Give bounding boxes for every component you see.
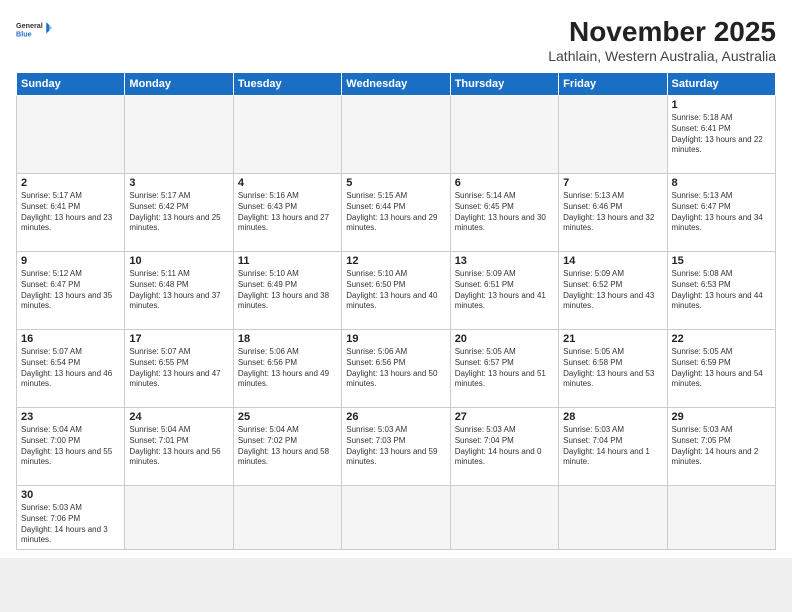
title-block: November 2025 Lathlain, Western Australi… <box>548 16 776 64</box>
day-6: 6 Sunrise: 5:14 AMSunset: 6:45 PMDayligh… <box>450 174 558 252</box>
day-16: 16 Sunrise: 5:07 AMSunset: 6:54 PMDaylig… <box>17 330 125 408</box>
day-11: 11 Sunrise: 5:10 AMSunset: 6:49 PMDaylig… <box>233 252 341 330</box>
header-sunday: Sunday <box>17 73 125 96</box>
day-13: 13 Sunrise: 5:09 AMSunset: 6:51 PMDaylig… <box>450 252 558 330</box>
day-4: 4 Sunrise: 5:16 AMSunset: 6:43 PMDayligh… <box>233 174 341 252</box>
day-14: 14 Sunrise: 5:09 AMSunset: 6:52 PMDaylig… <box>559 252 667 330</box>
day-12: 12 Sunrise: 5:10 AMSunset: 6:50 PMDaylig… <box>342 252 450 330</box>
day-2: 2 Sunrise: 5:17 AMSunset: 6:41 PMDayligh… <box>17 174 125 252</box>
empty-cell <box>667 486 775 550</box>
day-20: 20 Sunrise: 5:05 AMSunset: 6:57 PMDaylig… <box>450 330 558 408</box>
day-28: 28 Sunrise: 5:03 AMSunset: 7:04 PMDaylig… <box>559 408 667 486</box>
day-1: 1 Sunrise: 5:18 AMSunset: 6:41 PMDayligh… <box>667 96 775 174</box>
header-saturday: Saturday <box>667 73 775 96</box>
page-header: General Blue November 2025 Lathlain, Wes… <box>16 16 776 64</box>
header-wednesday: Wednesday <box>342 73 450 96</box>
empty-cell <box>233 96 341 174</box>
header-monday: Monday <box>125 73 233 96</box>
day-8: 8 Sunrise: 5:13 AMSunset: 6:47 PMDayligh… <box>667 174 775 252</box>
svg-text:General: General <box>16 21 43 30</box>
day-7: 7 Sunrise: 5:13 AMSunset: 6:46 PMDayligh… <box>559 174 667 252</box>
day-27: 27 Sunrise: 5:03 AMSunset: 7:04 PMDaylig… <box>450 408 558 486</box>
calendar-table: Sunday Monday Tuesday Wednesday Thursday… <box>16 72 776 550</box>
location-subtitle: Lathlain, Western Australia, Australia <box>548 48 776 64</box>
day-30: 30 Sunrise: 5:03 AMSunset: 7:06 PMDaylig… <box>17 486 125 550</box>
month-title: November 2025 <box>548 16 776 48</box>
logo: General Blue <box>16 16 52 44</box>
empty-cell <box>125 486 233 550</box>
empty-cell <box>233 486 341 550</box>
day-21: 21 Sunrise: 5:05 AMSunset: 6:58 PMDaylig… <box>559 330 667 408</box>
day-26: 26 Sunrise: 5:03 AMSunset: 7:03 PMDaylig… <box>342 408 450 486</box>
day-19: 19 Sunrise: 5:06 AMSunset: 6:56 PMDaylig… <box>342 330 450 408</box>
empty-cell <box>342 96 450 174</box>
empty-cell <box>342 486 450 550</box>
header-friday: Friday <box>559 73 667 96</box>
day-15: 15 Sunrise: 5:08 AMSunset: 6:53 PMDaylig… <box>667 252 775 330</box>
day-25: 25 Sunrise: 5:04 AMSunset: 7:02 PMDaylig… <box>233 408 341 486</box>
day-3: 3 Sunrise: 5:17 AMSunset: 6:42 PMDayligh… <box>125 174 233 252</box>
day-17: 17 Sunrise: 5:07 AMSunset: 6:55 PMDaylig… <box>125 330 233 408</box>
header-thursday: Thursday <box>450 73 558 96</box>
empty-cell <box>450 486 558 550</box>
empty-cell <box>125 96 233 174</box>
empty-cell <box>559 486 667 550</box>
day-9: 9 Sunrise: 5:12 AMSunset: 6:47 PMDayligh… <box>17 252 125 330</box>
svg-text:Blue: Blue <box>16 29 32 38</box>
day-24: 24 Sunrise: 5:04 AMSunset: 7:01 PMDaylig… <box>125 408 233 486</box>
day-29: 29 Sunrise: 5:03 AMSunset: 7:05 PMDaylig… <box>667 408 775 486</box>
empty-cell <box>559 96 667 174</box>
day-18: 18 Sunrise: 5:06 AMSunset: 6:56 PMDaylig… <box>233 330 341 408</box>
day-5: 5 Sunrise: 5:15 AMSunset: 6:44 PMDayligh… <box>342 174 450 252</box>
empty-cell <box>17 96 125 174</box>
logo-icon: General Blue <box>16 16 52 44</box>
day-23: 23 Sunrise: 5:04 AMSunset: 7:00 PMDaylig… <box>17 408 125 486</box>
header-tuesday: Tuesday <box>233 73 341 96</box>
empty-cell <box>450 96 558 174</box>
day-22: 22 Sunrise: 5:05 AMSunset: 6:59 PMDaylig… <box>667 330 775 408</box>
day-10: 10 Sunrise: 5:11 AMSunset: 6:48 PMDaylig… <box>125 252 233 330</box>
